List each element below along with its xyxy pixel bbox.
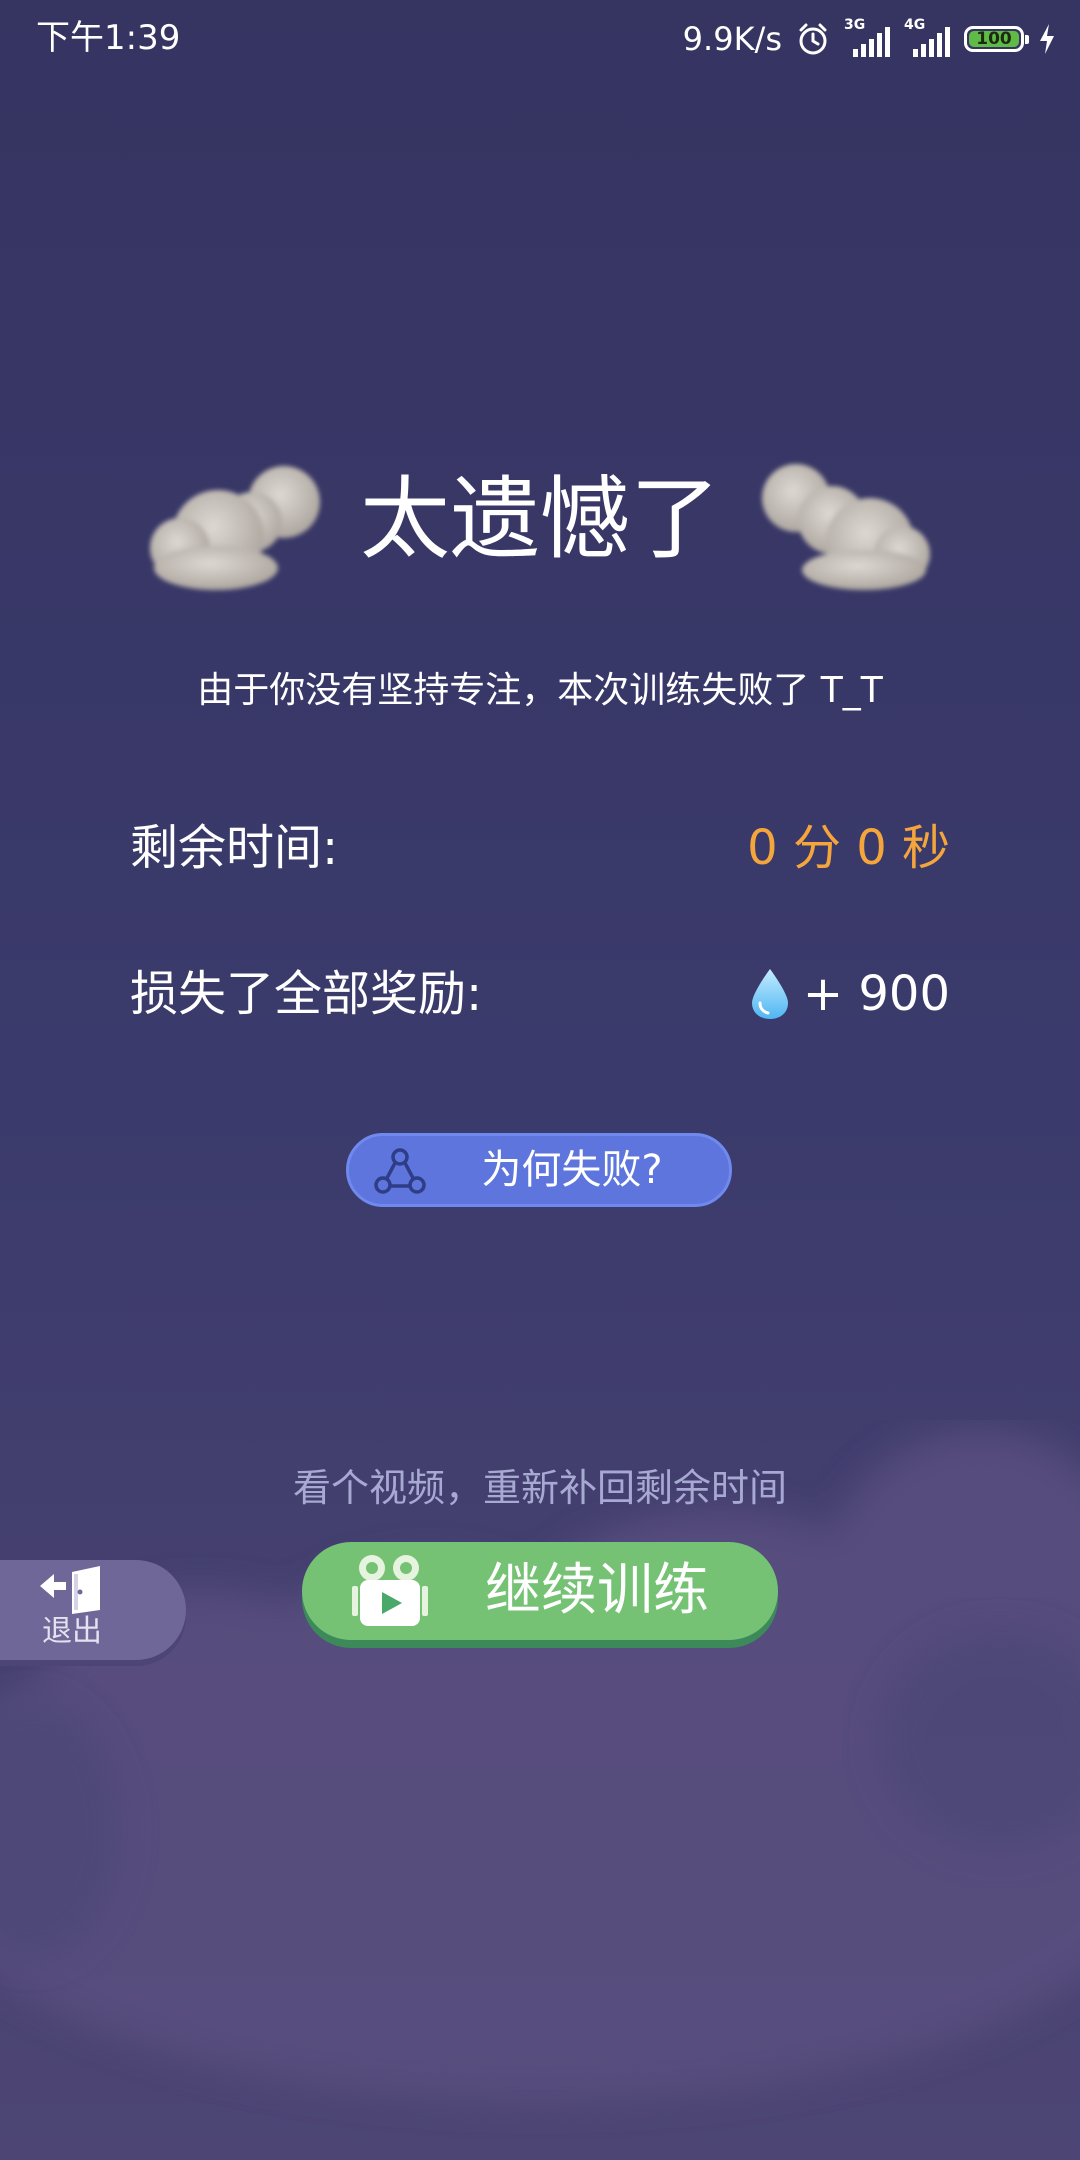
status-time: 下午1:39: [36, 18, 181, 58]
lost-reward-row: 损失了全部奖励: + 900: [130, 958, 950, 1030]
status-indicators: 9.9K/s 3G 4G 100: [683, 14, 1056, 64]
video-robot-icon: [352, 1555, 428, 1626]
charging-icon: [1040, 24, 1054, 54]
continue-training-button[interactable]: 继续训练: [302, 1542, 778, 1640]
network-speed: 9.9K/s: [682, 20, 782, 58]
lost-reward-value-group: + 900: [749, 958, 950, 1030]
share-triangle-icon: [374, 1148, 426, 1194]
exit-button[interactable]: 退出: [0, 1560, 186, 1660]
video-hint-text: 看个视频，重新补回剩余时间: [292, 1466, 787, 1510]
continue-training-label: 继续训练: [485, 1558, 709, 1623]
remaining-time-row: 剩余时间: 0 分 0 秒: [130, 812, 950, 884]
remaining-time-value: 0 分 0 秒: [747, 820, 950, 876]
status-bar: 下午1:39 9.9K/s 3G 4G 100: [0, 0, 1080, 80]
exit-label: 退出: [42, 1614, 102, 1649]
water-drop-icon: [751, 969, 788, 1019]
signal-4g-icon: 4G: [904, 17, 950, 59]
failure-screen: 下午1:39 9.9K/s 3G 4G 100 太遗憾了 由于你没有坚持专注，本…: [0, 0, 1080, 2160]
background-clouds: [0, 1430, 1080, 2100]
why-failed-button[interactable]: 为何失败?: [346, 1133, 732, 1207]
battery-level: 100: [976, 29, 1012, 49]
failure-message: 由于你没有坚持专注，本次训练失败了 T_T: [197, 670, 883, 711]
alarm-icon: [799, 23, 827, 55]
signal-3g-icon: 3G: [844, 17, 890, 59]
remaining-time-label: 剩余时间:: [130, 820, 339, 876]
why-failed-label: 为何失败?: [481, 1147, 663, 1193]
exit-door-icon: [40, 1566, 100, 1614]
right-cloud-icon: [762, 464, 930, 590]
lost-reward-label: 损失了全部奖励:: [130, 966, 483, 1022]
battery-icon: 100: [964, 26, 1029, 52]
lost-reward-amount: + 900: [802, 966, 950, 1022]
